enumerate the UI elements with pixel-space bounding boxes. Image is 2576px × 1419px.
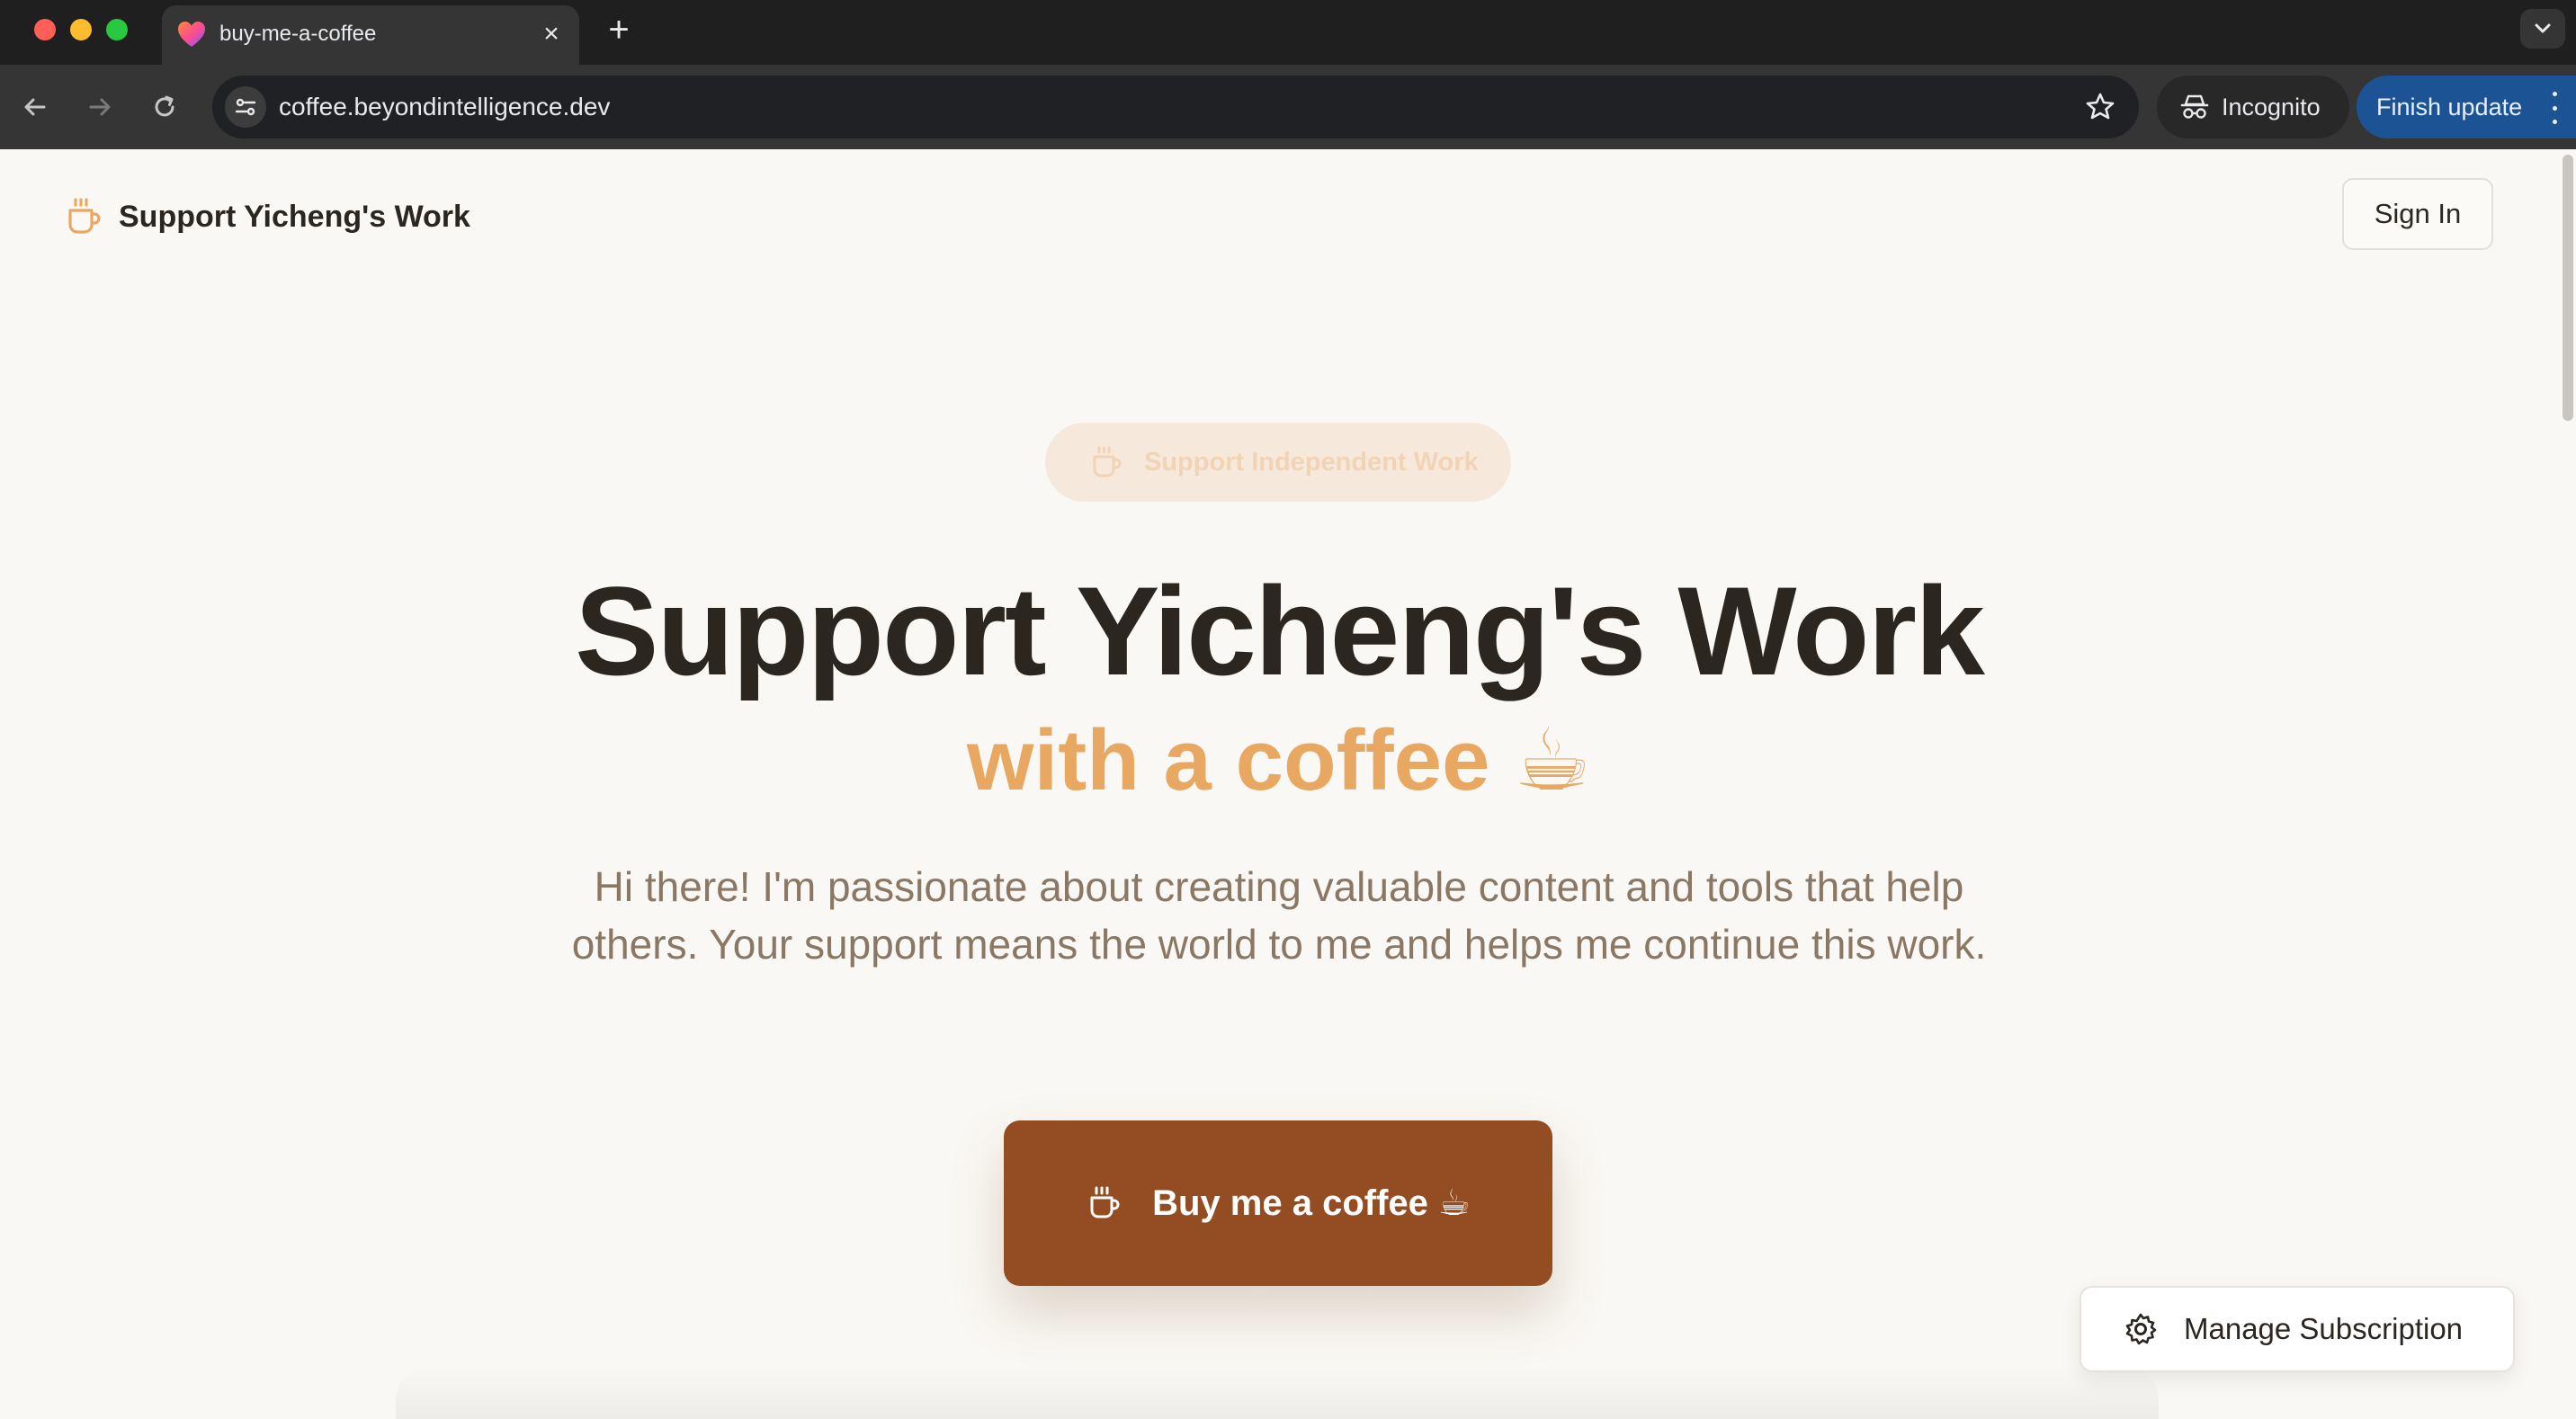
tab-close-icon[interactable]: × <box>536 19 567 49</box>
heart-favicon-icon <box>178 22 205 47</box>
new-tab-button[interactable]: + <box>599 11 639 50</box>
incognito-label: Incognito <box>2222 94 2321 120</box>
close-window-button[interactable] <box>34 19 56 40</box>
scrollbar-thumb[interactable] <box>2563 155 2573 421</box>
chevron-down-icon <box>2535 23 2551 33</box>
minimize-window-button[interactable] <box>70 19 92 40</box>
page-scrollbar[interactable] <box>2560 149 2576 1419</box>
forward-icon <box>89 98 111 116</box>
page-subtitle: with a coffee ☕ <box>0 710 2558 810</box>
tab-strip: buy-me-a-coffee × + <box>0 0 2576 65</box>
site-info-icon <box>235 98 256 116</box>
page-viewport: Support Yicheng's Work Sign In Support I… <box>0 149 2576 1419</box>
menu-icon[interactable] <box>2547 92 2562 124</box>
tab-search-button[interactable] <box>2520 9 2565 49</box>
coffee-emoji-icon: ☕ <box>1514 710 1592 810</box>
incognito-badge[interactable]: Incognito <box>2157 76 2349 138</box>
coffee-cup-icon <box>1090 1186 1120 1218</box>
sign-in-button[interactable]: Sign In <box>2342 178 2493 250</box>
reload-icon <box>155 95 174 117</box>
coffee-cup-icon <box>1093 446 1122 477</box>
support-badge: Support Independent Work <box>1045 423 1511 502</box>
buy-coffee-label: Buy me a coffee ☕ <box>1152 1183 1471 1223</box>
active-tab[interactable]: buy-me-a-coffee × <box>162 5 579 65</box>
reload-button[interactable] <box>142 85 187 129</box>
address-bar[interactable]: coffee.beyondintelligence.dev <box>212 76 2139 138</box>
url-text[interactable]: coffee.beyondintelligence.dev <box>279 93 610 121</box>
subtitle-text: with a coffee <box>966 712 1490 808</box>
page-title: Support Yicheng's Work <box>575 560 1985 701</box>
forward-button[interactable] <box>77 85 122 129</box>
back-icon <box>24 98 46 116</box>
manage-subscription-button[interactable]: Manage Subscription <box>2080 1286 2515 1372</box>
gear-icon <box>2125 1313 2157 1345</box>
manage-subscription-label: Manage Subscription <box>2184 1312 2464 1345</box>
incognito-icon <box>2180 94 2209 119</box>
intro-paragraph: Hi there! I'm passionate about creating … <box>571 863 1987 968</box>
brand-name: Support Yicheng's Work <box>119 199 470 234</box>
maximize-window-button[interactable] <box>106 19 128 40</box>
bookmark-star-icon[interactable] <box>2083 90 2117 124</box>
brand-logo[interactable]: Support Yicheng's Work <box>63 196 470 237</box>
support-badge-label: Support Independent Work <box>1144 447 1479 477</box>
finish-update-button[interactable]: Finish update <box>2357 76 2576 138</box>
finish-update-label: Finish update <box>2376 94 2523 120</box>
browser-toolbar: coffee.beyondintelligence.dev Incognito … <box>0 65 2576 149</box>
site-info-button[interactable] <box>225 86 266 128</box>
next-section-edge <box>396 1365 2159 1419</box>
coffee-cup-icon <box>68 198 101 234</box>
buy-coffee-button[interactable]: Buy me a coffee ☕ <box>1004 1120 1552 1286</box>
tab-title: buy-me-a-coffee <box>219 22 377 46</box>
back-button[interactable] <box>13 85 58 129</box>
